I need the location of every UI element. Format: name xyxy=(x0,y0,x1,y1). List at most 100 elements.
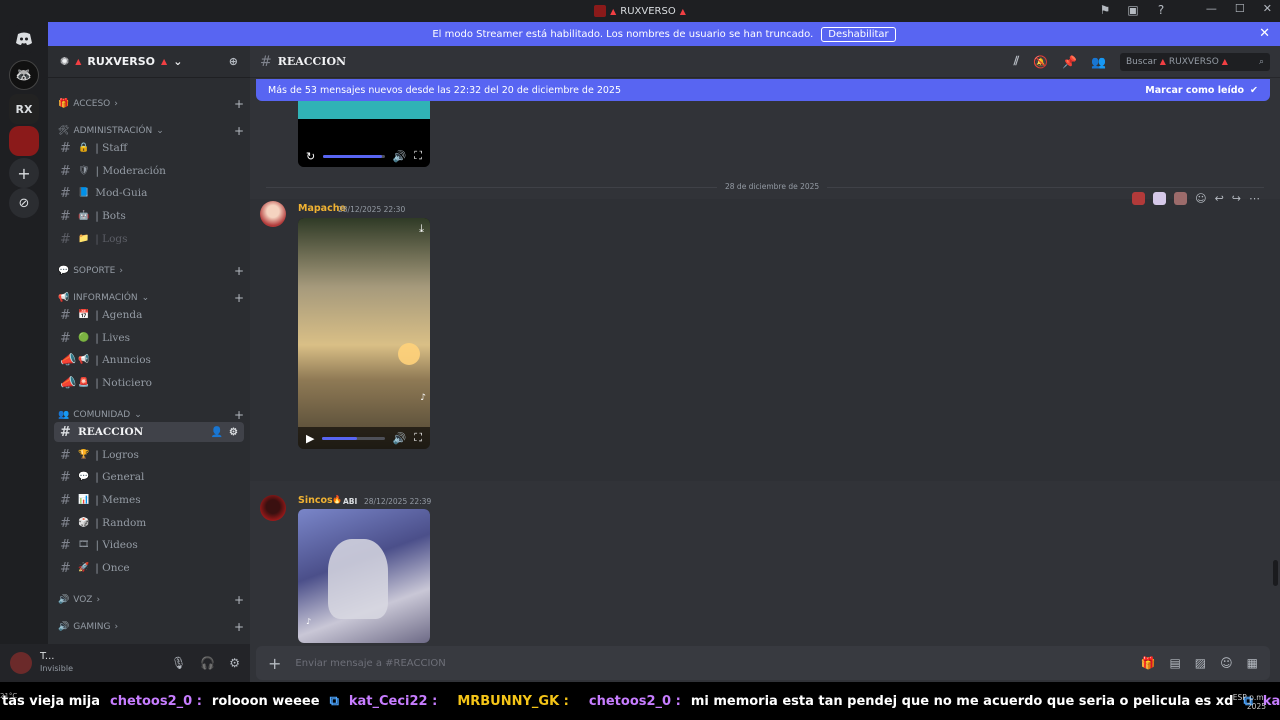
notification-bell-icon[interactable]: 🔕 xyxy=(1033,55,1048,69)
add-channel-icon[interactable]: + xyxy=(234,97,244,111)
server-name: RUXVERSO xyxy=(87,55,156,68)
hash-icon: # xyxy=(60,560,71,576)
quick-reaction-avatar[interactable] xyxy=(1153,192,1167,205)
invite-people-icon[interactable]: ⊕ xyxy=(229,55,238,68)
more-options-icon[interactable]: ⋯ xyxy=(1249,192,1260,205)
new-messages-bar[interactable]: Más de 53 mensajes nuevos desde las 22:3… xyxy=(256,79,1270,101)
channel-staff[interactable]: # 🔒 | Staff xyxy=(54,138,244,158)
sticker-icon[interactable]: ▨ xyxy=(1195,656,1206,670)
search-input[interactable]: Buscar ▲ RUXVERSO ▲ ⌕ xyxy=(1120,52,1270,71)
channel-anuncios[interactable]: 📣 📢 | Anuncios xyxy=(54,350,244,370)
avatar[interactable] xyxy=(260,201,286,227)
channel-videos[interactable]: # 🎞 | Videos xyxy=(54,535,244,555)
emoji-icon[interactable]: ☺ xyxy=(1220,656,1233,670)
forward-icon[interactable]: ↪ xyxy=(1232,192,1241,205)
category-label: ACCESO xyxy=(73,99,111,109)
add-server-icon[interactable]: + xyxy=(9,158,39,188)
channel-random[interactable]: # 🎲 | Random xyxy=(54,513,244,533)
gif-icon[interactable]: ▤ xyxy=(1169,656,1180,670)
microphone-icon[interactable]: 🎙 xyxy=(171,656,186,670)
replay-icon[interactable]: ↻ xyxy=(306,150,315,163)
message-author[interactable]: Sincos xyxy=(298,495,333,506)
add-reaction-icon[interactable]: ☺ xyxy=(1195,192,1206,205)
volume-icon[interactable]: 🔊 xyxy=(393,150,407,163)
hash-icon: # xyxy=(60,140,71,156)
minimize-button[interactable]: — xyxy=(1206,2,1217,15)
triangle-icon: ▲ xyxy=(1159,57,1166,66)
play-icon[interactable]: ▶ xyxy=(306,432,314,445)
video-progress[interactable] xyxy=(323,154,385,158)
gear-icon[interactable]: ⚙ xyxy=(229,427,238,438)
pin-icon[interactable]: 📌 xyxy=(1062,55,1077,69)
category-informacion[interactable]: 📢 INFORMACIÓN ⌄ + xyxy=(58,291,244,305)
add-channel-icon[interactable]: + xyxy=(234,291,244,305)
server-icon-rx[interactable]: RX xyxy=(9,94,39,124)
quick-reaction-avatar[interactable] xyxy=(1132,192,1146,205)
category-voz[interactable]: 🔊 VOZ › + xyxy=(58,593,244,607)
category-gaming[interactable]: 🔊 GAMING › + xyxy=(58,620,244,634)
video-attachment[interactable]: ♪ xyxy=(298,509,430,643)
add-channel-icon[interactable]: + xyxy=(234,124,244,138)
category-comunidad[interactable]: 👥 COMUNIDAD ⌄ + xyxy=(58,408,244,422)
maximize-button[interactable]: ☐ xyxy=(1235,2,1245,15)
volume-icon[interactable]: 🔊 xyxy=(393,432,407,445)
avatar[interactable] xyxy=(260,495,286,521)
add-channel-icon[interactable]: + xyxy=(234,264,244,278)
help-icon[interactable]: ? xyxy=(1154,3,1168,17)
fullscreen-icon[interactable]: ⛶ xyxy=(414,149,422,163)
video-attachment[interactable]: ⤓ ♪ ▶ 🔊 ⛶ xyxy=(298,218,430,449)
close-window-button[interactable]: ✕ xyxy=(1263,2,1272,15)
threads-icon[interactable]: ⫽ xyxy=(1014,54,1019,69)
add-channel-icon[interactable]: + xyxy=(234,593,244,607)
scrollbar[interactable] xyxy=(1273,560,1278,586)
apps-icon[interactable]: ▦ xyxy=(1247,656,1258,670)
ticker-text: rolooon weeee xyxy=(211,693,320,709)
channel-lives[interactable]: # 🟢 | Lives xyxy=(54,328,244,348)
channel-bots[interactable]: # 🤖 | Bots xyxy=(54,206,244,226)
category-acceso[interactable]: 🎁 ACCESO › + xyxy=(58,97,244,111)
category-administracion[interactable]: 🛠 ADMINISTRACIÓN ⌄ + xyxy=(58,124,244,138)
channel-logros[interactable]: # 🏆 | Logros xyxy=(54,445,244,465)
fullscreen-icon[interactable]: ⛶ xyxy=(414,431,422,445)
weather-temp: 21°C xyxy=(0,692,18,700)
add-channel-icon[interactable]: + xyxy=(234,408,244,422)
video-progress[interactable] xyxy=(322,436,385,440)
channel-noticiero[interactable]: 📣 🚨 | Noticiero xyxy=(54,373,244,393)
download-icon[interactable]: ⤓ xyxy=(419,222,424,236)
server-header[interactable]: ✺ ▲ RUXVERSO ▲ ⌄ ⊕ xyxy=(48,46,250,78)
channel-title: REACCION xyxy=(277,55,347,68)
channel-agenda[interactable]: # 📅 | Agenda xyxy=(54,305,244,325)
attach-plus-icon[interactable]: + xyxy=(268,654,281,673)
discover-icon[interactable]: ⊘ xyxy=(9,188,39,218)
quick-reaction-avatar[interactable] xyxy=(1174,192,1188,205)
channel-moderacion[interactable]: # 🛡 | Moderación xyxy=(54,161,244,181)
channel-general[interactable]: # 💬 | General xyxy=(54,467,244,487)
channel-reaccion[interactable]: # REACCION 👤 ⚙ xyxy=(54,422,244,442)
invite-icon[interactable]: 👤 xyxy=(211,427,223,438)
disable-streamer-button[interactable]: Deshabilitar xyxy=(821,26,896,42)
reply-icon[interactable]: ↩ xyxy=(1215,192,1224,205)
gear-icon[interactable]: ⚙ xyxy=(229,656,240,670)
avatar[interactable] xyxy=(10,652,32,674)
message-mapache[interactable]: Mapache 28/12/2025 22:30 ⤓ ♪ ▶ 🔊 ⛶ 🧝 1 ☺ xyxy=(250,199,1280,629)
mark-read-button[interactable]: Marcar como leído xyxy=(1145,85,1244,96)
channel-memes[interactable]: # 📊 | Memes xyxy=(54,490,244,510)
channel-modguia[interactable]: # 📘 Mod-Guia xyxy=(54,183,244,203)
channel-logs[interactable]: # 📁 | Logs xyxy=(54,229,244,249)
headphones-icon[interactable]: 🎧 xyxy=(200,656,215,670)
server-icon-raccoon[interactable]: 🦝 xyxy=(9,60,39,90)
inbox-flag-icon[interactable]: ⚑ xyxy=(1098,3,1112,17)
server-icon-ruxverso[interactable] xyxy=(9,126,39,156)
close-icon[interactable]: ✕ xyxy=(1259,26,1270,41)
channel-once[interactable]: # 🚀 | Once xyxy=(54,558,244,578)
bar-chart-icon: 📊 xyxy=(78,495,90,505)
ticker-user: kat_Ceci22 : xyxy=(348,693,438,709)
inbox-icon[interactable]: ▣ xyxy=(1126,3,1140,17)
message-composer[interactable]: + Enviar mensaje a #REACCION 🎁 ▤ ▨ ☺ ▦ xyxy=(256,646,1270,680)
user-info[interactable]: T... Invisible xyxy=(40,651,73,675)
member-list-icon[interactable]: 👥 xyxy=(1091,55,1106,69)
add-channel-icon[interactable]: + xyxy=(234,620,244,634)
gift-icon[interactable]: 🎁 xyxy=(1141,656,1156,670)
discord-home-icon[interactable] xyxy=(9,24,39,54)
category-soporte[interactable]: 💬 SOPORTE › + xyxy=(58,264,244,278)
